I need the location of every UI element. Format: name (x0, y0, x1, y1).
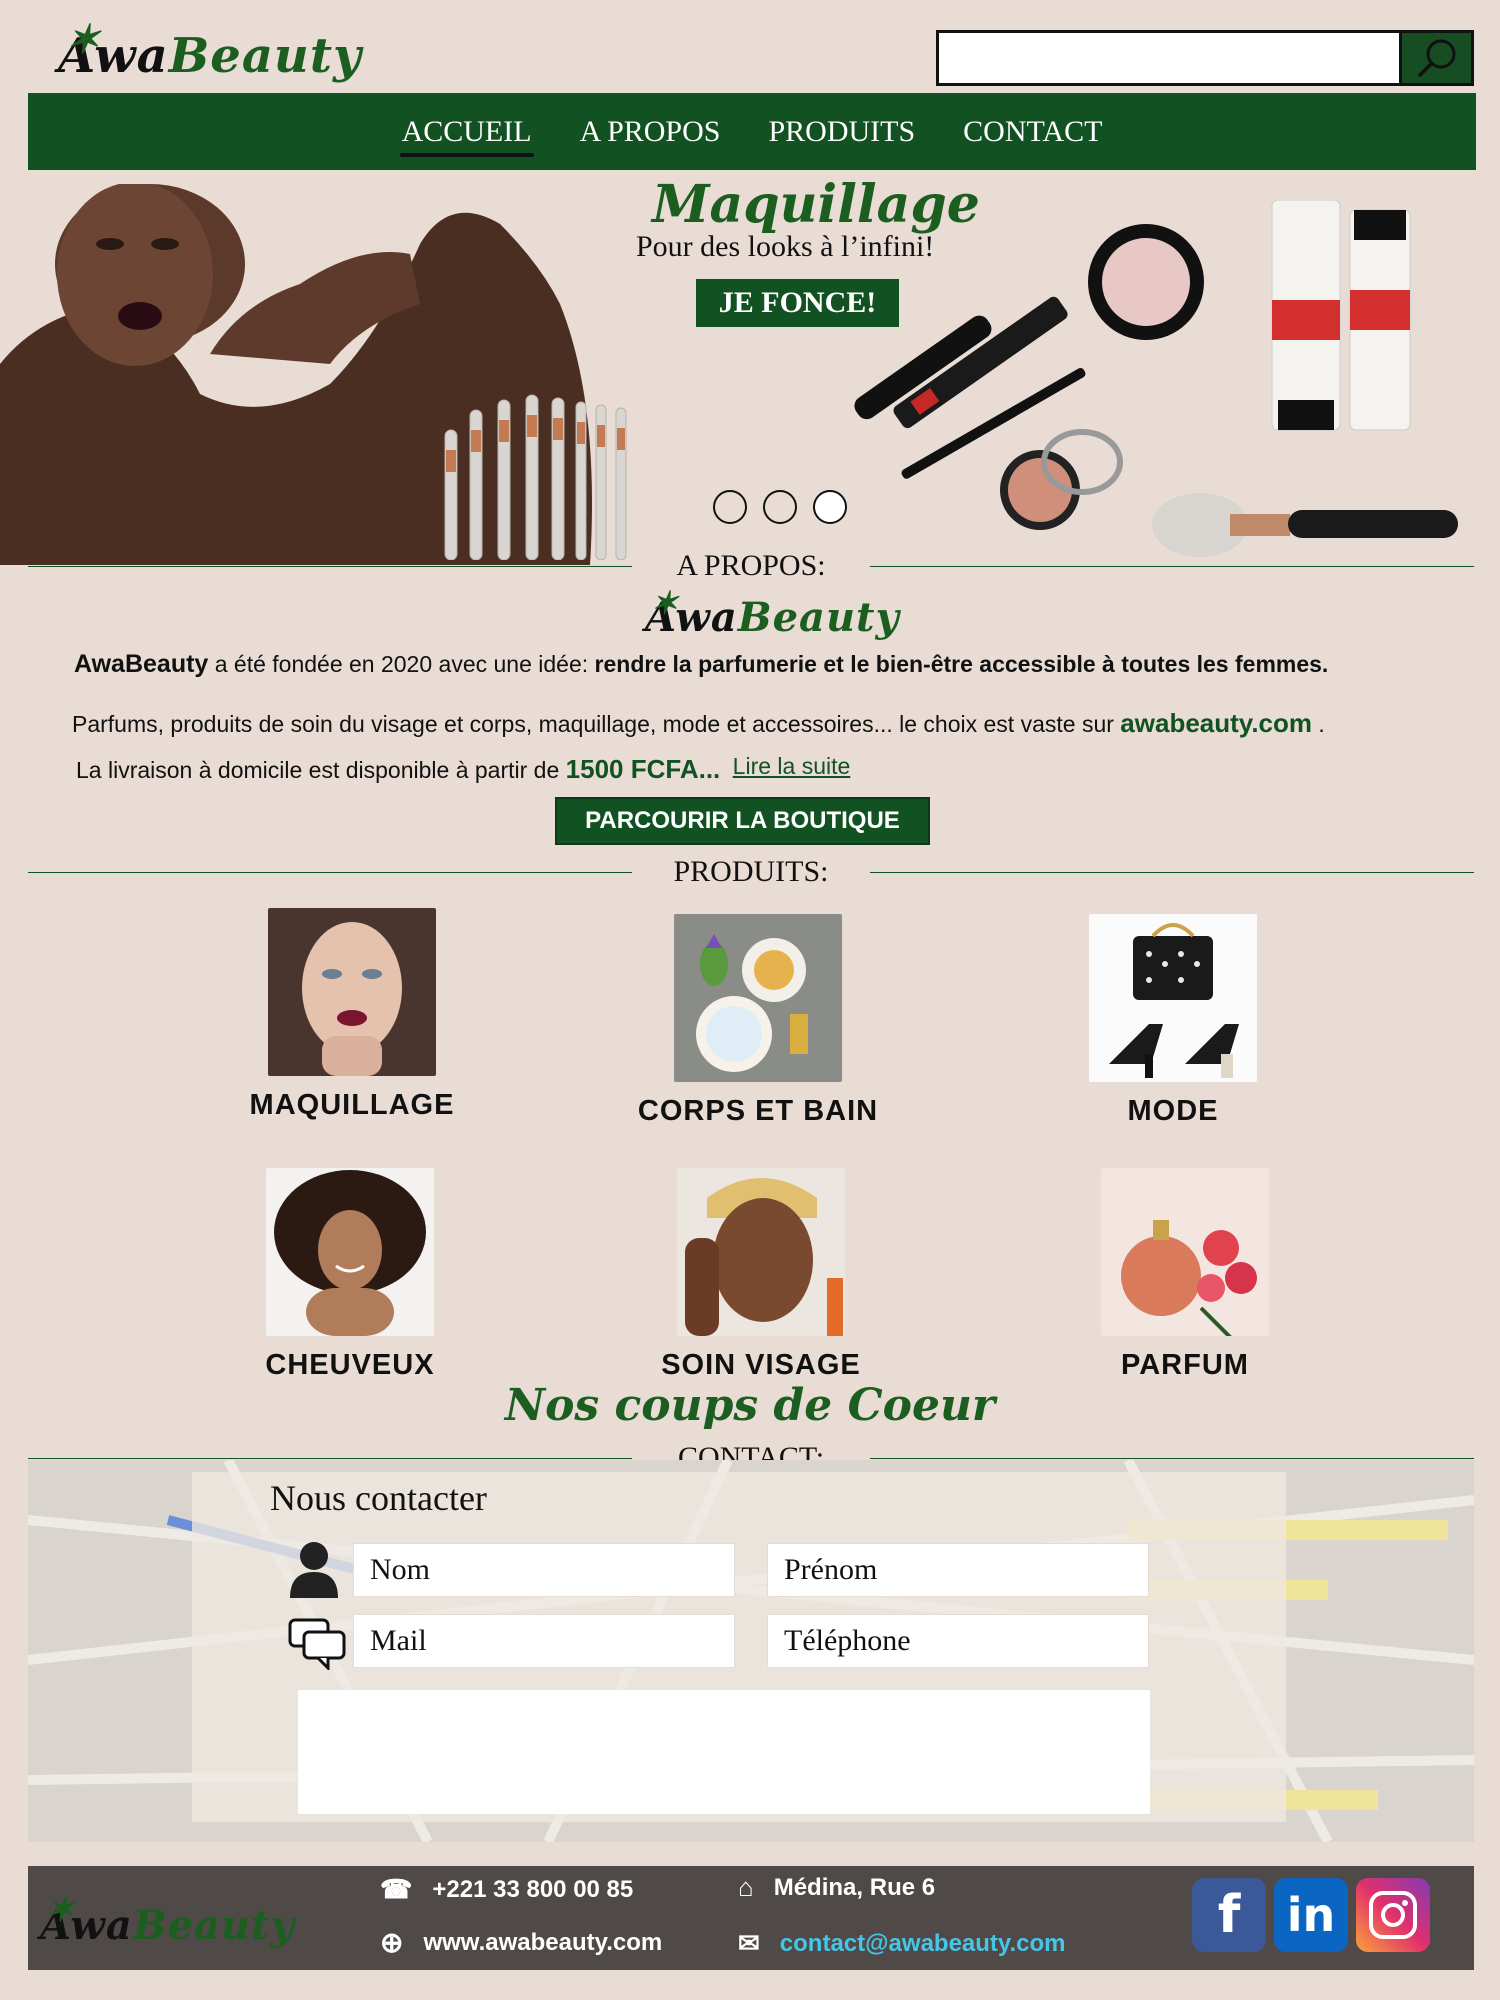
nav-contact[interactable]: CONTACT (963, 115, 1102, 149)
about-line-1-text: a été fondée en 2020 avec une idée: (208, 651, 595, 677)
soin-visage-image (677, 1168, 845, 1336)
coups-de-coeur-title: Nos coups de Coeur (504, 1380, 996, 1431)
leaf-icon: ✶ (46, 1890, 76, 1930)
facebook-icon[interactable]: f (1192, 1878, 1266, 1952)
chat-icon (288, 1618, 346, 1670)
message-field[interactable] (298, 1690, 1150, 1814)
shop-button[interactable]: PARCOURIR LA BOUTIQUE (555, 797, 930, 845)
products-heading-label: PRODUITS: (673, 855, 829, 888)
globe-icon: ⊕ (380, 1927, 404, 1958)
parfum-image (1101, 1168, 1269, 1340)
delivery-price: 1500 FCFA... (565, 754, 721, 784)
about-site-link[interactable]: awabeauty.com (1120, 708, 1312, 738)
about-line-2: Parfums, produits de soin du visage et c… (72, 708, 1325, 739)
logo-text-beauty: Beauty (168, 28, 362, 84)
carousel-dot-1[interactable] (713, 490, 747, 524)
footer-phone-text: +221 33 800 00 85 (432, 1875, 634, 1903)
building-icon: ⌂ (738, 1872, 754, 1902)
about-brand-name: AwaBeauty (74, 650, 209, 678)
search-input[interactable] (939, 33, 1399, 83)
mail-icon: ✉ (738, 1928, 760, 1958)
about-line-2-text: Parfums, produits de soin du visage et c… (72, 711, 1121, 737)
products-heading: PRODUITS: (28, 855, 1474, 888)
product-name: CORPS ET BAIN (637, 1095, 879, 1127)
user-icon (290, 1542, 338, 1598)
linkedin-icon[interactable]: in (1274, 1878, 1348, 1952)
about-heading: A PROPOS: (28, 549, 1474, 582)
footer-address-text: Médina, Rue 6 (773, 1873, 936, 1901)
logo-text-beauty: Beauty (132, 1902, 295, 1949)
main-nav: ACCUEIL A PROPOS PRODUITS CONTACT (28, 93, 1476, 170)
telephone-field[interactable] (767, 1614, 1149, 1668)
about-line-1-bold: rendre la parfumerie et le bien-être acc… (594, 651, 1329, 677)
nav-a-propos[interactable]: A PROPOS (580, 115, 721, 149)
brush-set-image (444, 394, 627, 560)
product-card-corps-et-bain[interactable]: CORPS ET BAIN (608, 914, 908, 1128)
search-button[interactable] (1399, 33, 1471, 83)
product-card-soin-visage[interactable]: SOIN VISAGE (611, 1168, 911, 1382)
footer-email[interactable]: ✉ contact@awabeauty.com (738, 1928, 1066, 1959)
maquillage-image (268, 908, 436, 1076)
search-bar (936, 30, 1474, 86)
search-icon (1417, 39, 1455, 77)
contact-form-title: Nous contacter (270, 1478, 487, 1518)
nav-produits[interactable]: PRODUITS (768, 115, 915, 149)
product-name: PARFUM (1121, 1349, 1249, 1381)
cheveux-image (266, 1168, 434, 1336)
corps-et-bain-image (674, 914, 842, 1082)
site-logo[interactable]: ✶ AwaBeauty (58, 16, 362, 84)
carousel-dots (713, 490, 847, 524)
prenom-field[interactable] (767, 1543, 1149, 1597)
about-line-3: La livraison à domicile est disponible à… (76, 753, 851, 785)
mode-image (1089, 914, 1257, 1082)
nom-field[interactable] (353, 1543, 735, 1597)
instagram-glyph (1369, 1891, 1417, 1939)
instagram-icon[interactable] (1356, 1878, 1430, 1952)
product-name: SOIN VISAGE (661, 1349, 861, 1381)
nav-accueil[interactable]: ACCUEIL (399, 115, 534, 157)
leaf-icon: ✶ (66, 16, 101, 63)
product-card-maquillage[interactable]: MAQUILLAGE (202, 908, 502, 1122)
product-card-mode[interactable]: MODE (1023, 914, 1323, 1128)
carousel-dot-2[interactable] (763, 490, 797, 524)
about-line-3-text: La livraison à domicile est disponible à… (76, 757, 566, 783)
footer-website[interactable]: ⊕ www.awabeauty.com (380, 1926, 662, 1959)
product-name: MODE (1127, 1095, 1219, 1127)
product-name: MAQUILLAGE (249, 1089, 455, 1121)
hero-banner: Maquillage Pour des looks à l’infini! JE… (0, 170, 1500, 565)
read-more-link[interactable]: Lire la suite (733, 753, 851, 779)
product-card-parfum[interactable]: PARFUM (1035, 1168, 1335, 1382)
product-card-cheveux[interactable]: CHEUVEUX (200, 1168, 500, 1382)
about-line-1: AwaBeauty a été fondée en 2020 avec une … (74, 650, 1328, 679)
about-line-2-end: . (1312, 711, 1325, 737)
footer-email-text[interactable]: contact@awabeauty.com (780, 1930, 1066, 1958)
about-logo: ✶ AwaBeauty (645, 584, 900, 641)
about-heading-label: A PROPOS: (676, 549, 826, 582)
cosmetics-image (854, 200, 1458, 557)
product-name: CHEUVEUX (265, 1349, 435, 1381)
footer-address: ⌂ Médina, Rue 6 (738, 1872, 935, 1903)
mail-field[interactable] (353, 1614, 735, 1668)
footer-website-text[interactable]: www.awabeauty.com (423, 1929, 662, 1957)
logo-text-beauty: Beauty (737, 594, 900, 641)
footer-logo[interactable]: ✶ AwaBeauty (40, 1890, 295, 1949)
footer-phone: ☎ +221 33 800 00 85 (380, 1874, 633, 1905)
phone-icon: ☎ (380, 1874, 413, 1904)
leaf-icon: ✶ (651, 584, 679, 622)
